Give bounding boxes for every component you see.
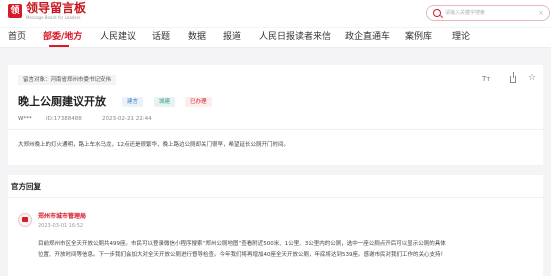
- message-card: 留言对象：河南省郑州市委书记安伟 Tт ☆ 晚上公厕建议开放 建言 城建 已办理…: [8, 65, 543, 165]
- message-author: W***: [18, 116, 32, 122]
- favorite-icon[interactable]: ☆: [528, 73, 536, 83]
- site-logo-subtitle: Message Board for Leaders: [26, 15, 81, 20]
- nav-item-enterprise-express[interactable]: 政企直通车: [345, 31, 390, 43]
- divider: [8, 197, 543, 198]
- status-badge: 已办理: [185, 97, 212, 107]
- divider: [8, 129, 543, 130]
- nav-item-readers-letters[interactable]: 人民日报读者来信: [259, 31, 331, 43]
- reply-time: 2023-03-01 16:52: [38, 223, 84, 229]
- search-box[interactable]: ×: [426, 5, 550, 21]
- nav-item-ministries-local[interactable]: 部委/地方: [43, 31, 82, 43]
- search-input[interactable]: [445, 7, 531, 19]
- category-badge: 建言: [122, 97, 144, 107]
- main-navigation: 首页 部委/地方 人民建议 话题 数据 报道 人民日报读者来信 政企直通车 案例…: [0, 28, 551, 48]
- nav-item-home[interactable]: 首页: [8, 31, 26, 43]
- org-avatar-icon: [18, 213, 32, 227]
- top-header-bar: 领 领导留言板 Message Board for Leaders ×: [0, 0, 551, 27]
- message-title: 晚上公厕建议开放: [18, 95, 106, 108]
- domain-badge: 城建: [154, 97, 176, 107]
- reply-body: 目前郑州市区全天开放公厕共499座。市民可以登录微信小程序搜索“郑州公厕地图”查…: [38, 239, 538, 261]
- nav-item-case-library[interactable]: 案例库: [405, 31, 432, 43]
- nav-item-data[interactable]: 数据: [188, 31, 206, 43]
- share-icon[interactable]: [510, 72, 516, 83]
- nav-item-reports[interactable]: 报道: [223, 31, 241, 43]
- reply-org-name: 郑州市城市管理局: [38, 213, 87, 220]
- clear-search-icon[interactable]: ×: [538, 8, 544, 18]
- nav-item-topics[interactable]: 话题: [152, 31, 170, 43]
- message-id: ID:17388488: [46, 116, 82, 122]
- site-logo-title[interactable]: 领导留言板: [26, 1, 86, 15]
- reply-body-line: 位置、开放时间等信息。下一步我们会加大对全天开放公厕进行督导检查。今年我们将再增…: [38, 252, 447, 258]
- official-reply-card: 官方回复 郑州市城市管理局 2023-03-01 16:52 目前郑州市区全天开…: [8, 175, 543, 276]
- reply-body-line: 目前郑州市区全天开放公厕共499座。市民可以登录微信小程序搜索“郑州公厕地图”查…: [38, 241, 446, 247]
- message-target: 留言对象：河南省郑州市委书记安伟: [18, 75, 117, 85]
- logo-icon[interactable]: 领: [8, 4, 22, 18]
- nav-item-theory[interactable]: 理论: [452, 31, 470, 43]
- official-reply-heading: 官方回复: [11, 182, 41, 191]
- font-size-icon[interactable]: Tт: [482, 75, 490, 83]
- active-nav-underline: [49, 45, 69, 47]
- nav-item-peoples-suggestions[interactable]: 人民建议: [100, 31, 136, 43]
- message-time: 2023-02-21 22:44: [102, 116, 152, 122]
- message-body: 大郑州晚上的灯火通明，路上车水马龙，12点还是很繁华，晚上路边公厕却关门很早，希…: [18, 142, 290, 148]
- search-icon[interactable]: [433, 9, 441, 17]
